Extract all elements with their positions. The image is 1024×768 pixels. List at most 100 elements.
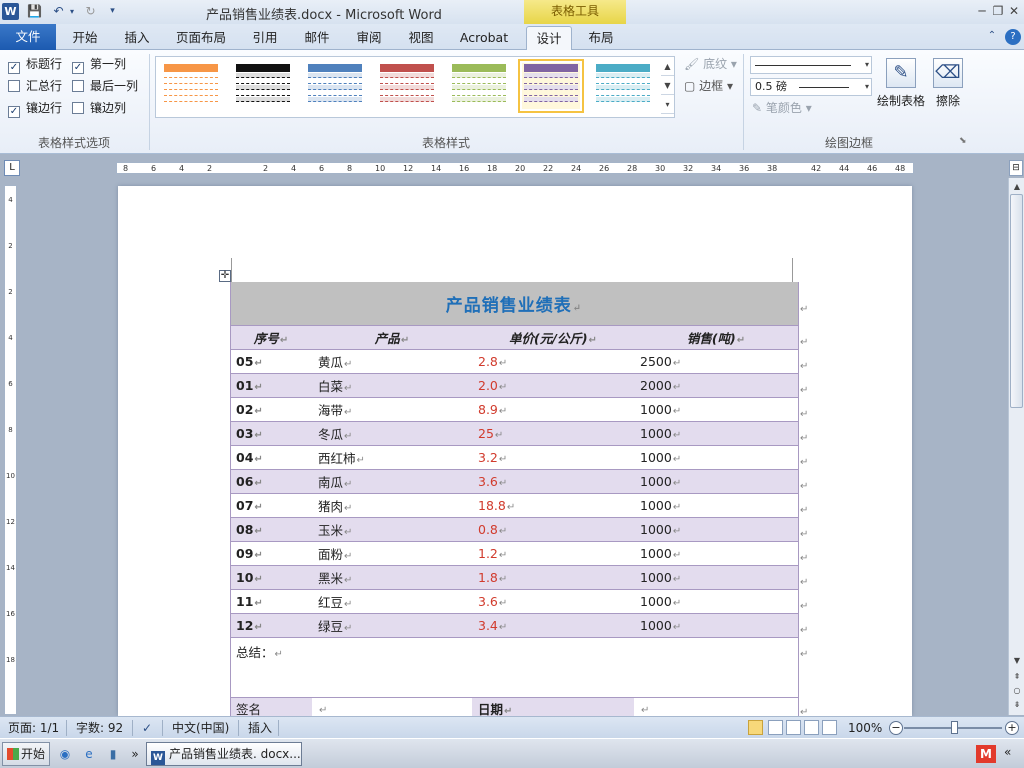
row-product-cell[interactable]: 黑米↵ — [312, 565, 472, 590]
last-column-checkbox[interactable]: 最后一列 — [72, 77, 138, 95]
row-product-cell[interactable]: 西红柿↵ — [312, 445, 472, 470]
row-product-cell[interactable]: 面粉↵ — [312, 541, 472, 566]
tab-design[interactable]: 设计 — [526, 26, 572, 50]
row-product-cell[interactable]: 海带↵ — [312, 397, 472, 422]
row-product-cell[interactable]: 红豆↵ — [312, 589, 472, 614]
close-button[interactable]: ✕ — [1006, 3, 1022, 19]
zoom-level[interactable]: 100% — [848, 717, 882, 739]
row-product-cell[interactable]: 玉米↵ — [312, 517, 472, 542]
eraser-button[interactable]: ⌫ 擦除 — [930, 58, 966, 109]
row-sales-cell[interactable]: 1000↵ — [634, 565, 798, 590]
row-id-cell[interactable]: 03↵ — [230, 421, 312, 446]
row-price-cell[interactable]: 1.8↵ — [472, 565, 634, 590]
row-price-cell[interactable]: 3.6↵ — [472, 589, 634, 614]
customize-toolbar-icon[interactable]: ▾ — [104, 3, 121, 20]
date-label-cell[interactable]: 日期↵ — [472, 697, 634, 716]
row-product-cell[interactable]: 猪肉↵ — [312, 493, 472, 518]
table-style-black[interactable] — [234, 63, 292, 109]
tab-references[interactable]: 引用 — [242, 26, 288, 50]
scroll-thumb[interactable] — [1010, 194, 1023, 408]
tab-acrobat[interactable]: Acrobat — [452, 26, 516, 50]
minimize-ribbon-icon[interactable]: ⌃ — [985, 30, 999, 44]
date-value-cell[interactable]: ↵ — [634, 697, 798, 716]
first-column-checkbox[interactable]: ✓ 第一列 — [72, 55, 126, 74]
row-product-cell[interactable]: 绿豆↵ — [312, 613, 472, 638]
banded-columns-checkbox[interactable]: 镶边列 — [72, 99, 126, 117]
table-style-orange[interactable] — [162, 63, 220, 109]
table-style-red[interactable] — [378, 63, 436, 109]
row-id-cell[interactable]: 06↵ — [230, 469, 312, 494]
tab-review[interactable]: 审阅 — [346, 26, 392, 50]
row-id-cell[interactable]: 10↵ — [230, 565, 312, 590]
vertical-scrollbar[interactable]: ▲ ▼ ⇞ ○ ⇟ — [1008, 178, 1024, 715]
row-id-cell[interactable]: 07↵ — [230, 493, 312, 518]
redo-icon[interactable]: ↻ — [82, 3, 99, 20]
line-style-dropdown[interactable]: ▾ — [750, 56, 872, 74]
row-price-cell[interactable]: 0.8↵ — [472, 517, 634, 542]
pen-color-button[interactable]: ✎ 笔颜色 ▾ — [752, 99, 812, 117]
header-cell-sales[interactable]: 销售(吨)↵ — [634, 325, 798, 350]
row-price-cell[interactable]: 1.2↵ — [472, 541, 634, 566]
full-screen-reading-icon[interactable] — [768, 720, 783, 735]
line-weight-dropdown[interactable]: 0.5 磅 ▾ — [750, 78, 872, 96]
row-price-cell[interactable]: 3.2↵ — [472, 445, 634, 470]
tab-selector-icon[interactable]: L — [4, 160, 20, 176]
row-price-cell[interactable]: 3.4↵ — [472, 613, 634, 638]
row-product-cell[interactable]: 南瓜↵ — [312, 469, 472, 494]
view-ruler-icon[interactable]: ⊟ — [1009, 160, 1023, 176]
row-product-cell[interactable]: 黄瓜↵ — [312, 349, 472, 374]
summary-cell[interactable]: 总结：↵ — [230, 637, 798, 698]
print-layout-view-icon[interactable] — [748, 720, 763, 735]
page-count[interactable]: 页面: 1/1 — [8, 717, 59, 739]
table-style-teal[interactable] — [594, 63, 652, 109]
row-id-cell[interactable]: 05↵ — [230, 349, 312, 374]
proofing-icon[interactable]: ✓ — [142, 717, 152, 739]
zoom-slider-thumb[interactable] — [951, 721, 958, 734]
table-title-cell[interactable]: 产品销售业绩表↵ — [230, 282, 798, 326]
tab-view[interactable]: 视图 — [398, 26, 444, 50]
start-button[interactable]: 开始 — [2, 742, 50, 766]
banded-rows-checkbox[interactable]: ✓ 镶边行 — [8, 99, 62, 118]
row-sales-cell[interactable]: 1000↵ — [634, 469, 798, 494]
word-app-icon[interactable]: W — [2, 3, 19, 20]
header-cell-product[interactable]: 产品↵ — [312, 325, 472, 350]
tab-page-layout[interactable]: 页面布局 — [168, 26, 234, 50]
dialog-launcher-icon[interactable]: ⬊ — [959, 136, 967, 146]
row-id-cell[interactable]: 11↵ — [230, 589, 312, 614]
vertical-ruler[interactable]: 4 2 2 4 6 8 10 12 14 16 18 — [4, 185, 17, 715]
scroll-down-icon[interactable]: ▼ — [1011, 654, 1023, 668]
row-id-cell[interactable]: 12↵ — [230, 613, 312, 638]
row-sales-cell[interactable]: 1000↵ — [634, 541, 798, 566]
header-row-checkbox[interactable]: ✓ 标题行 — [8, 55, 62, 74]
undo-dropdown-icon[interactable]: ▾ — [67, 3, 77, 20]
row-id-cell[interactable]: 09↵ — [230, 541, 312, 566]
word-count[interactable]: 字数: 92 — [76, 717, 123, 739]
quicklaunch-desktop-icon[interactable]: ◉ — [56, 745, 74, 763]
row-sales-cell[interactable]: 1000↵ — [634, 589, 798, 614]
tab-home[interactable]: 开始 — [62, 26, 108, 50]
sales-table[interactable]: 产品销售业绩表↵ 序号↵ 产品↵ 单价(元/公斤)↵ 销售(吨)↵ 05↵ 黄瓜↵… — [230, 282, 798, 716]
row-sales-cell[interactable]: 1000↵ — [634, 397, 798, 422]
next-page-icon[interactable]: ⇟ — [1011, 698, 1023, 712]
row-price-cell[interactable]: 2.8↵ — [472, 349, 634, 374]
row-price-cell[interactable]: 18.8↵ — [472, 493, 634, 518]
quicklaunch-more-icon[interactable]: » — [126, 745, 144, 763]
sign-value-cell[interactable]: ↵ — [312, 697, 472, 716]
tray-app-icon[interactable]: M — [976, 745, 996, 763]
outline-view-icon[interactable] — [804, 720, 819, 735]
row-sales-cell[interactable]: 1000↵ — [634, 445, 798, 470]
restore-button[interactable]: ❐ — [990, 3, 1006, 19]
row-price-cell[interactable]: 3.6↵ — [472, 469, 634, 494]
row-id-cell[interactable]: 04↵ — [230, 445, 312, 470]
table-style-green[interactable] — [450, 63, 508, 109]
zoom-out-icon[interactable]: − — [889, 721, 903, 735]
gallery-up-icon[interactable]: ▲ — [661, 57, 674, 76]
tab-file[interactable]: 文件 — [0, 24, 56, 50]
shading-button[interactable]: 🖌 底纹 ▾ — [684, 55, 737, 73]
tab-layout[interactable]: 布局 — [578, 26, 624, 50]
document-page[interactable]: ✛ 产品销售业绩表↵ 序号↵ 产品↵ 单价(元/公斤)↵ 销售(吨)↵ 05↵ 黄… — [118, 186, 912, 716]
minimize-button[interactable]: ─ — [974, 3, 990, 19]
tab-mailings[interactable]: 邮件 — [294, 26, 340, 50]
zoom-in-icon[interactable]: + — [1005, 721, 1019, 735]
row-id-cell[interactable]: 02↵ — [230, 397, 312, 422]
